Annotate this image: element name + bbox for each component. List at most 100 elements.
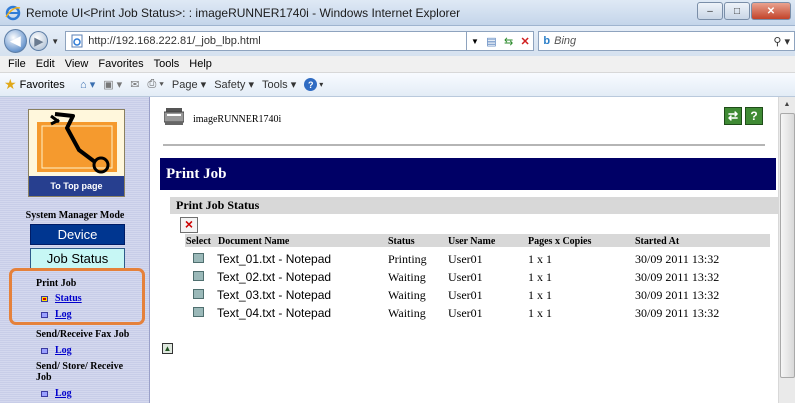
help-button[interactable]: ?	[745, 107, 763, 125]
minimize-button[interactable]: –	[697, 2, 723, 20]
row-select-checkbox[interactable]	[193, 307, 204, 317]
section-send-store: Send/ Store/ Receive	[36, 361, 124, 372]
sidebar-item-label: Log	[55, 309, 72, 320]
close-button[interactable]: ✕	[751, 2, 791, 20]
cell-document: Text_04.txt - Notepad	[217, 306, 332, 320]
delete-job-button[interactable]: ×	[180, 217, 198, 233]
menu-view[interactable]: View	[65, 58, 89, 70]
col-started-at: Started At	[635, 236, 680, 247]
cell-document: Text_03.txt - Notepad	[217, 288, 332, 302]
compat-view-icon[interactable]: ▤	[486, 35, 496, 48]
menu-file[interactable]: File	[8, 58, 26, 70]
cell-user: User01	[448, 306, 483, 320]
menu-favorites[interactable]: Favorites	[98, 58, 143, 70]
cell-started: 30/09 2011 13:32	[635, 270, 720, 284]
job-status-button[interactable]: Job Status	[30, 248, 125, 269]
sidebar-item-print-log[interactable]: Log	[41, 309, 72, 320]
stop-icon[interactable]: ✕	[520, 35, 529, 48]
menu-bar: File Edit View Favorites Tools Help	[0, 56, 795, 73]
sidebar-item-label: Log	[55, 345, 72, 356]
bing-logo-icon: b	[543, 35, 551, 47]
mail-icon[interactable]: ✉	[130, 78, 139, 91]
cell-started: 30/09 2011 13:32	[635, 252, 720, 266]
printer-icon	[164, 108, 184, 125]
section-print-job: Print Job	[36, 278, 77, 289]
scroll-up-icon[interactable]: ▲	[779, 97, 795, 113]
cell-document: Text_02.txt - Notepad	[217, 270, 332, 284]
favorites-star-icon[interactable]: ★	[4, 76, 17, 93]
cell-user: User01	[448, 252, 483, 266]
top-page-link[interactable]: To Top page	[28, 109, 125, 197]
url-field[interactable]: http://192.168.222.81/_job_lbp.html	[65, 31, 468, 51]
device-button[interactable]: Device	[30, 224, 125, 245]
cell-status: Waiting	[388, 288, 426, 302]
help-dropdown-icon[interactable]: ▾	[319, 80, 323, 89]
refresh-page-icon[interactable]: ⇆	[504, 35, 513, 48]
bullet-icon	[41, 347, 48, 354]
section-title: Print Job Status	[170, 197, 778, 214]
col-select: Select	[186, 236, 211, 247]
top-page-label: To Top page	[29, 176, 124, 196]
search-icon[interactable]: ⚲ ▾	[773, 35, 790, 48]
row-select-checkbox[interactable]	[193, 271, 204, 281]
page-menu[interactable]: Page ▾	[172, 78, 206, 91]
cell-started: 30/09 2011 13:32	[635, 306, 720, 320]
window-titlebar: Remote UI<Print Job Status>: : imageRUNN…	[0, 0, 795, 26]
cell-user: User01	[448, 288, 483, 302]
sidebar: To Top page System Manager Mode Device J…	[0, 97, 150, 403]
sidebar-item-label: Status	[55, 293, 82, 304]
forward-button[interactable]: ▶	[29, 31, 49, 51]
refresh-button[interactable]: ⇄	[724, 107, 742, 125]
safety-menu[interactable]: Safety ▾	[214, 78, 254, 91]
cell-pages: 1 x 1	[528, 270, 552, 284]
col-pages-copies: Pages x Copies	[528, 236, 592, 247]
command-bar: ★ Favorites ⌂ ▾ ▣ ▾ ✉ ⎙ ▾ Page ▾ Safety …	[0, 73, 795, 97]
row-select-checkbox[interactable]	[193, 253, 204, 263]
sidebar-item-send-log[interactable]: Log	[41, 388, 72, 399]
menu-edit[interactable]: Edit	[36, 58, 55, 70]
feeds-icon[interactable]: ▣ ▾	[103, 78, 122, 91]
menu-help[interactable]: Help	[189, 58, 212, 70]
col-document-name: Document Name	[218, 236, 290, 247]
printer-name: imageRUNNER1740i	[193, 114, 282, 125]
favorites-button[interactable]: Favorites	[20, 79, 65, 91]
cell-pages: 1 x 1	[528, 288, 552, 302]
table-row: Text_01.txt - Notepad Printing User01 1 …	[151, 250, 778, 267]
url-dropdown-icon[interactable]: ▼	[471, 37, 479, 46]
table-row: Text_04.txt - Notepad Waiting User01 1 x…	[151, 304, 778, 321]
menu-tools[interactable]: Tools	[154, 58, 180, 70]
ie-logo-icon	[5, 5, 21, 20]
window-title: Remote UI<Print Job Status>: : imageRUNN…	[26, 5, 461, 20]
tools-menu[interactable]: Tools ▾	[262, 78, 296, 91]
sidebar-item-print-status[interactable]: Status	[41, 293, 82, 304]
col-status: Status	[388, 236, 415, 247]
main-content: imageRUNNER1740i ⇄ ? Print Job Print Job…	[151, 97, 778, 403]
history-dropdown-icon[interactable]: ▼	[51, 37, 59, 46]
cell-pages: 1 x 1	[528, 252, 552, 266]
search-input[interactable]: b Bing ⚲ ▾	[538, 31, 795, 51]
section-send-store-line2: Job	[36, 372, 52, 383]
print-icon[interactable]: ⎙ ▾	[147, 78, 163, 91]
search-placeholder: Bing	[554, 35, 577, 47]
home-icon[interactable]: ⌂ ▾	[80, 78, 95, 91]
scroll-thumb[interactable]	[780, 113, 795, 378]
back-to-top-icon[interactable]: ▲	[162, 343, 173, 354]
help-icon[interactable]: ?	[304, 78, 318, 91]
section-fax-job: Send/Receive Fax Job	[36, 329, 130, 340]
sidebar-item-label: Log	[55, 388, 72, 399]
col-user-name: User Name	[448, 236, 496, 247]
cell-status: Waiting	[388, 306, 426, 320]
vertical-scrollbar[interactable]: ▲	[778, 97, 795, 403]
sidebar-item-fax-log[interactable]: Log	[41, 345, 72, 356]
cell-status: Printing	[388, 252, 427, 266]
page-icon	[71, 34, 83, 48]
maximize-button[interactable]: □	[724, 2, 750, 20]
top-page-graphic-icon	[29, 110, 124, 178]
bullet-icon	[41, 390, 48, 397]
back-button[interactable]: ◀	[4, 29, 28, 53]
bullet-icon	[41, 311, 48, 318]
address-bar: ◀ ▶ ▼ http://192.168.222.81/_job_lbp.htm…	[0, 26, 795, 56]
url-tools: ▼ ▤ ⇆ ✕	[467, 31, 535, 51]
page-title: Print Job	[160, 158, 776, 190]
row-select-checkbox[interactable]	[193, 289, 204, 299]
